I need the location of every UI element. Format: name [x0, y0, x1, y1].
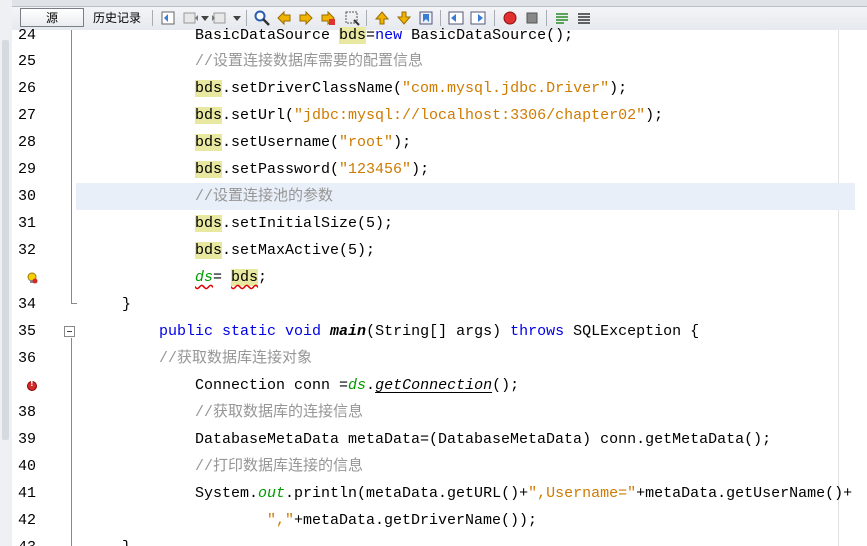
current-code-line: 30 //设置连接池的参数 [0, 183, 855, 210]
code-line: 29 bds.setPassword("123456"); [0, 156, 855, 183]
code-text: System. [195, 485, 259, 502]
code-text: . [366, 377, 376, 394]
comment-text: //打印数据库连接的信息 [195, 458, 364, 475]
code-text: = [366, 27, 376, 44]
code-text: ); [393, 134, 412, 151]
comment-text: //设置连接数据库需要的配置信息 [195, 53, 424, 70]
line-number: 30 [17, 188, 36, 205]
comment-text: //设置连接池的参数 [195, 188, 334, 205]
code-line: 41 System.out.println(metaData.getURL()+… [0, 480, 855, 507]
code-text: = [213, 269, 232, 286]
code-line: 38 //获取数据库的连接信息 [0, 399, 855, 426]
keyword: public static void [159, 323, 322, 340]
code-text: +metaData.getDriverName()); [294, 512, 538, 529]
code-line: 42 ","+metaData.getDriverName()); [0, 507, 855, 534]
line-number: 40 [17, 458, 36, 475]
code-line: 36 //获取数据库连接对象 [0, 345, 855, 372]
lightbulb-warning-icon[interactable] [26, 272, 38, 284]
code-line: 35 public static void main(String[] args… [0, 318, 855, 345]
code-line: 31 bds.setInitialSize(5); [0, 210, 855, 237]
keyword: throws [510, 323, 565, 340]
file-tab-strip[interactable] [12, 0, 867, 7]
variable-highlight: bds [195, 134, 223, 151]
code-line: Connection conn =ds.getConnection(); [0, 372, 855, 399]
code-text: ; [258, 269, 268, 286]
line-number: 28 [17, 134, 36, 151]
keyword: new [375, 27, 403, 44]
line-number: 36 [17, 350, 36, 367]
variable-highlight: bds [195, 215, 223, 232]
code-text: (); [492, 377, 520, 394]
string-literal: "123456" [339, 161, 412, 178]
line-number: 24 [17, 27, 36, 44]
code-line: 27 bds.setUrl("jdbc:mysql://localhost:33… [0, 102, 855, 129]
line-number: 39 [17, 431, 36, 448]
code-line: 34 } [0, 291, 855, 318]
method-call: getConnection [375, 377, 493, 394]
code-text: BasicDataSource(); [402, 27, 574, 44]
code-line: 43 } [0, 534, 855, 546]
variable-highlight: bds [195, 161, 223, 178]
code-line: 32 bds.setMaxActive(5); [0, 237, 855, 264]
comment-text: //获取数据库连接对象 [159, 350, 313, 367]
string-literal: "jdbc:mysql://localhost:3306/chapter02" [294, 107, 646, 124]
string-literal: "root" [339, 134, 394, 151]
code-text: .setMaxActive(5); [222, 242, 376, 259]
code-line: 39 DatabaseMetaData metaData=(DatabaseMe… [0, 426, 855, 453]
line-number: 29 [17, 161, 36, 178]
code-text: .setUrl( [222, 107, 295, 124]
code-text: +metaData.getUserName()+ [636, 485, 853, 502]
line-number: 42 [17, 512, 36, 529]
variable-highlight: bds [195, 107, 223, 124]
comment-text: //获取数据库的连接信息 [195, 404, 364, 421]
code-text: SQLException { [564, 323, 700, 340]
line-number: 31 [17, 215, 36, 232]
variable-highlight: bds [339, 27, 367, 44]
code-text: .println(metaData.getURL()+ [285, 485, 529, 502]
code-line: 28 bds.setUsername("root"); [0, 129, 855, 156]
line-number: 32 [17, 242, 36, 259]
error-icon[interactable] [27, 379, 37, 391]
code-text: Connection conn = [195, 377, 349, 394]
line-number: 26 [17, 80, 36, 97]
line-number: 43 [0, 534, 36, 546]
code-text: .setInitialSize(5); [222, 215, 394, 232]
string-literal: ",Username=" [528, 485, 637, 502]
code-line: 24 BasicDataSource bds=new BasicDataSour… [0, 22, 855, 49]
code-line: 26 bds.setDriverClassName("com.mysql.jdb… [0, 75, 855, 102]
code-text: (String[] args) [366, 323, 511, 340]
line-number: 38 [17, 404, 36, 421]
variable-highlight: bds [195, 242, 223, 259]
code-line: 40 //打印数据库连接的信息 [0, 453, 855, 480]
string-literal: "com.mysql.jdbc.Driver" [402, 80, 610, 97]
variable-highlight: bds [195, 80, 223, 97]
line-number: 34 [17, 296, 36, 313]
static-field: ds [195, 269, 214, 286]
line-number: 27 [17, 107, 36, 124]
code-text: } [122, 534, 131, 546]
method-name: main [330, 323, 367, 340]
code-text: BasicDataSource [195, 27, 340, 44]
code-text: .setDriverClassName( [222, 80, 403, 97]
code-text: ); [609, 80, 628, 97]
code-text: .setUsername( [222, 134, 340, 151]
code-text: DatabaseMetaData metaData=(DatabaseMetaD… [195, 431, 772, 448]
code-text: .setPassword( [222, 161, 340, 178]
code-text: ); [645, 107, 664, 124]
line-number: 41 [17, 485, 36, 502]
code-text: ); [411, 161, 430, 178]
variable-highlight: bds [231, 269, 259, 286]
string-literal: "," [267, 512, 295, 529]
code-line: ds= bds; [0, 264, 855, 291]
static-field: out [258, 485, 286, 502]
line-number: 35 [17, 323, 36, 340]
code-line: 25 //设置连接数据库需要的配置信息 [0, 48, 855, 75]
code-text: } [122, 296, 132, 313]
current-line-highlight [76, 183, 855, 210]
line-number: 25 [17, 53, 36, 70]
static-field: ds [348, 377, 367, 394]
